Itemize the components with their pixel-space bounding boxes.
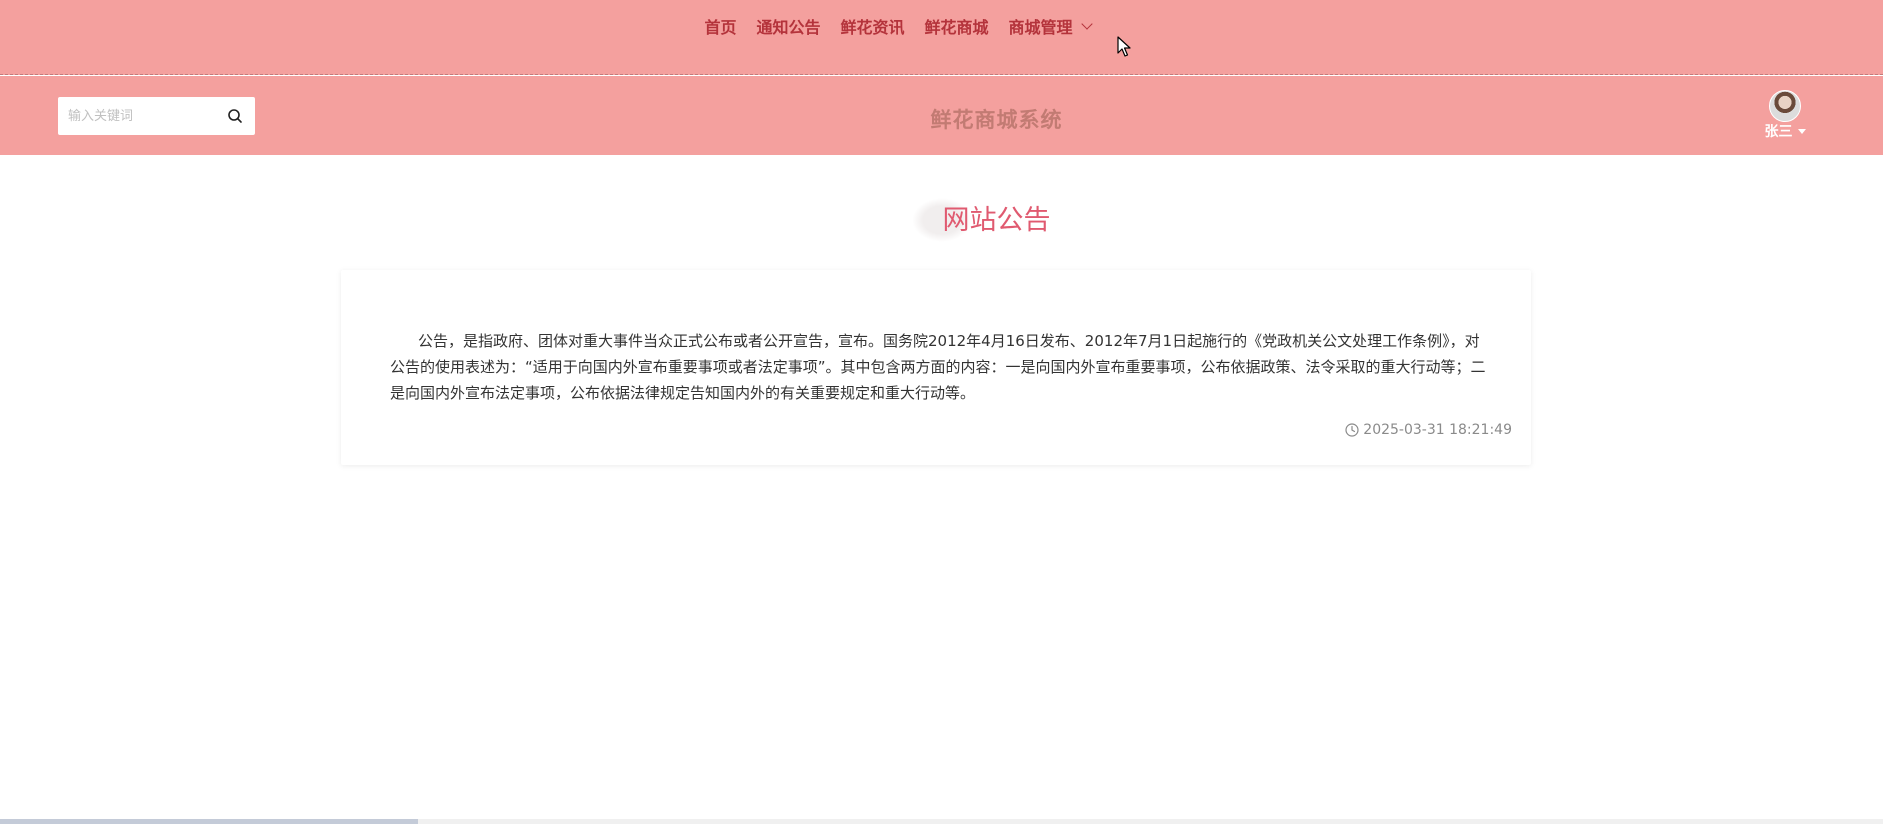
header-bar: 鲜花商城系统 张三 [0, 76, 1883, 155]
notice-time: 2025-03-31 18:21:49 [1345, 422, 1512, 438]
mouse-cursor-icon [1117, 36, 1131, 57]
nav-item-notice[interactable]: 通知公告 [756, 14, 820, 38]
nav-item-label: 通知公告 [756, 18, 821, 37]
avatar[interactable] [1769, 90, 1801, 122]
nav-item-shop-management[interactable]: 商城管理 [1008, 14, 1093, 38]
nav-item-label: 鲜花资讯 [840, 18, 905, 37]
nav-item-home[interactable]: 首页 [704, 14, 736, 38]
notice-timestamp: 2025-03-31 18:21:49 [1363, 422, 1512, 438]
notice-content: 公告，是指政府、团体对重大事件当众正式公布或者公开宣告，宣布。国务院2012年4… [390, 332, 1486, 402]
scrollbar-thumb[interactable] [0, 819, 418, 824]
clock-icon [1345, 423, 1359, 437]
nav-item-label: 首页 [704, 18, 737, 37]
caret-down-icon [1797, 128, 1806, 134]
nav-item-flower-shop[interactable]: 鲜花商城 [925, 14, 989, 38]
nav-item-flower-news[interactable]: 鲜花资讯 [840, 14, 904, 38]
page-title: 网站公告 [942, 205, 1051, 236]
chevron-down-icon [1080, 18, 1093, 30]
notice-card: 公告，是指政府、团体对重大事件当众正式公布或者公开宣告，宣布。国务院2012年4… [341, 270, 1531, 465]
nav-menu: 首页 通知公告 鲜花资讯 鲜花商城 商城管理 [0, 14, 1839, 38]
site-title: 鲜花商城系统 [930, 108, 1063, 132]
top-nav-bar: 首页 通知公告 鲜花资讯 鲜花商城 商城管理 [0, 0, 1883, 75]
nav-item-label: 鲜花商城 [924, 18, 989, 37]
username: 张三 [1764, 124, 1793, 140]
horizontal-scrollbar[interactable] [0, 819, 1883, 824]
user-menu[interactable]: 张三 [1760, 90, 1810, 141]
username-row[interactable]: 张三 [1760, 121, 1810, 141]
nav-item-label: 商城管理 [1008, 18, 1073, 37]
